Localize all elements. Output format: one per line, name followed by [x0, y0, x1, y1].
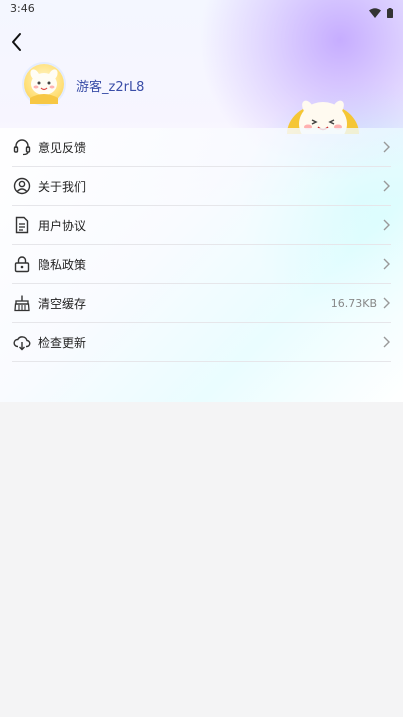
menu-item-label: 隐私政策: [38, 257, 87, 272]
chevron-right-icon: [383, 297, 390, 309]
menu-item-label: 清空缓存: [38, 296, 87, 311]
lock-icon: [12, 254, 32, 274]
cloud-icon: [12, 332, 32, 352]
menu-item-label: 检查更新: [38, 335, 87, 350]
settings-menu: 意见反馈 关于我们 用户协议 隐私政策 清空缓存 16.73KB 检查更新: [12, 128, 391, 362]
wifi-icon: [369, 3, 381, 22]
mascot-avatar-icon: [30, 69, 58, 104]
broom-icon: [12, 293, 32, 313]
chevron-left-icon: [12, 33, 21, 51]
menu-item-check-update[interactable]: 检查更新: [12, 323, 391, 362]
settings-page: 3:46 游客_z2rL8 意见反馈 关于我们 用户协议 隐私政策 清空缓存 1…: [0, 0, 403, 717]
status-bar: 3:46: [0, 0, 403, 18]
menu-item-label: 关于我们: [38, 179, 87, 194]
document-icon: [12, 215, 32, 235]
menu-item-privacy-policy[interactable]: 隐私政策: [12, 245, 391, 284]
headset-icon: [12, 137, 32, 157]
menu-item-label: 意见反馈: [38, 140, 87, 155]
menu-item-feedback[interactable]: 意见反馈: [12, 128, 391, 167]
menu-item-clear-cache[interactable]: 清空缓存 16.73KB: [12, 284, 391, 323]
avatar[interactable]: [24, 64, 64, 104]
cache-size-value: 16.73KB: [330, 296, 377, 310]
chevron-right-icon: [383, 258, 390, 270]
user-circle-icon: [12, 176, 32, 196]
back-button[interactable]: [8, 30, 28, 54]
chevron-right-icon: [383, 141, 390, 153]
chevron-right-icon: [383, 219, 390, 231]
status-icons: [369, 3, 393, 22]
menu-item-user-agreement[interactable]: 用户协议: [12, 206, 391, 245]
username[interactable]: 游客_z2rL8: [76, 76, 144, 95]
status-time: 3:46: [10, 2, 35, 15]
menu-item-label: 用户协议: [38, 218, 87, 233]
chevron-right-icon: [383, 180, 390, 192]
chevron-right-icon: [383, 336, 390, 348]
menu-item-about[interactable]: 关于我们: [12, 167, 391, 206]
battery-icon: [387, 3, 393, 22]
